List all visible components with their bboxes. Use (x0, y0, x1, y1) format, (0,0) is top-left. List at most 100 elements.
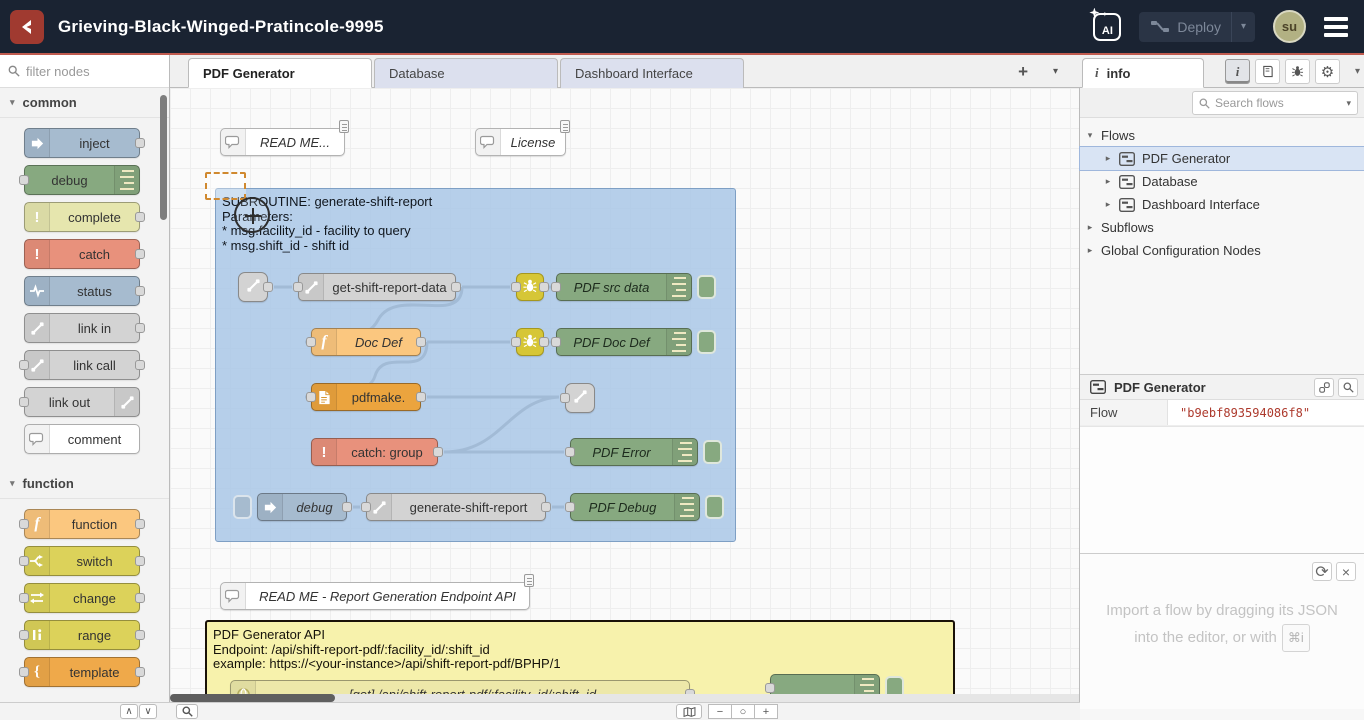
output-port[interactable] (135, 556, 145, 566)
zoom-out-button[interactable]: − (708, 704, 732, 719)
flow-canvas[interactable]: SUBROUTINE: generate-shift-report Parame… (170, 88, 1080, 702)
tree-item-flows[interactable]: ▾Flows (1080, 124, 1364, 147)
input-port[interactable] (511, 337, 521, 347)
navigator-button[interactable] (676, 704, 702, 719)
palette-node-inject[interactable]: inject (24, 128, 140, 158)
output-port[interactable] (135, 212, 145, 222)
input-port[interactable] (19, 630, 29, 640)
main-menu-button[interactable] (1324, 17, 1348, 37)
output-port[interactable] (539, 282, 549, 292)
palette-scroll-down-button[interactable]: ∨ (139, 704, 157, 719)
copy-link-button[interactable] (1314, 378, 1334, 397)
input-port[interactable] (560, 393, 570, 403)
zoom-reset-button[interactable]: ○ (731, 704, 755, 719)
doc-def-node[interactable]: fDoc Def (311, 328, 421, 356)
search-flows-box[interactable]: ▾ (1192, 91, 1358, 115)
input-port[interactable] (19, 175, 29, 185)
get-shift-report-data-node[interactable]: get-shift-report-data (298, 273, 456, 301)
palette-node-comment[interactable]: comment (24, 424, 140, 454)
sidebar-help-button[interactable] (1255, 59, 1280, 84)
output-port[interactable] (342, 502, 352, 512)
palette-node-change[interactable]: change (24, 583, 140, 613)
palette-node-switch[interactable]: switch (24, 546, 140, 576)
search-flows-input[interactable] (1215, 96, 1341, 110)
deploy-options-caret[interactable]: ▾ (1231, 12, 1255, 42)
palette-scrollbar[interactable] (160, 95, 167, 220)
palette-node-status[interactable]: status (24, 276, 140, 306)
comment-license[interactable]: License (475, 128, 566, 156)
tree-item-subflows[interactable]: ▸Subflows (1080, 216, 1364, 239)
debug-toggle-button[interactable] (697, 330, 716, 354)
tab-pdf-generator[interactable]: PDF Generator (188, 58, 372, 88)
output-port[interactable] (135, 360, 145, 370)
sidebar-info-button[interactable]: i (1225, 59, 1250, 84)
output-port[interactable] (416, 337, 426, 347)
chevron-right-icon[interactable]: ▸ (1104, 199, 1112, 210)
chevron-right-icon[interactable]: ▸ (1086, 245, 1094, 256)
junction-bug-1[interactable] (516, 273, 544, 301)
canvas-hscroll-track[interactable] (170, 694, 1079, 702)
pdf-error-node[interactable]: PDF Error (570, 438, 698, 466)
input-port[interactable] (19, 519, 29, 529)
comment-read-me[interactable]: READ ME... (220, 128, 345, 156)
debug-toggle-button[interactable] (705, 495, 724, 519)
chevron-down-icon[interactable]: ▾ (1086, 130, 1094, 141)
inject-debug-node[interactable]: debug (257, 493, 347, 521)
tree-item-dashboard-interface[interactable]: ▸Dashboard Interface (1080, 193, 1364, 216)
output-port[interactable] (539, 337, 549, 347)
add-flow-button[interactable]: + (1018, 62, 1028, 82)
tree-item-pdf-generator[interactable]: ▸PDF Generator (1080, 147, 1364, 170)
link-in-node[interactable] (238, 272, 268, 302)
link-out-node[interactable] (565, 383, 595, 413)
input-port[interactable] (19, 667, 29, 677)
output-port[interactable] (416, 392, 426, 402)
pdfmake-node[interactable]: pdfmake. (311, 383, 421, 411)
focus-search-button[interactable] (1338, 378, 1358, 397)
refresh-button[interactable]: ⟳ (1312, 562, 1332, 581)
output-port[interactable] (135, 667, 145, 677)
canvas-search-button[interactable] (176, 704, 198, 719)
chevron-right-icon[interactable]: ▸ (1104, 153, 1112, 164)
palette-scroll-up-button[interactable]: ∧ (120, 704, 138, 719)
search-options-caret[interactable]: ▾ (1346, 98, 1351, 109)
output-port[interactable] (135, 323, 145, 333)
palette-section-function[interactable]: ▾function (0, 469, 169, 499)
pdf-debug-node[interactable]: PDF Debug (570, 493, 700, 521)
palette-filter[interactable] (0, 55, 169, 88)
debug-toggle-button[interactable] (697, 275, 716, 299)
pdf-doc-def-node[interactable]: PDF Doc Def (556, 328, 692, 356)
tab-dashboard-interface[interactable]: Dashboard Interface (560, 58, 744, 88)
comment-endpoint-api[interactable]: READ ME - Report Generation Endpoint API (220, 582, 530, 610)
output-port[interactable] (541, 502, 551, 512)
sidebar-tab-info[interactable]: i info (1082, 58, 1204, 88)
junction-bug-2[interactable] (516, 328, 544, 356)
chevron-right-icon[interactable]: ▸ (1086, 222, 1094, 233)
output-port[interactable] (135, 630, 145, 640)
input-port[interactable] (551, 282, 561, 292)
input-port[interactable] (551, 337, 561, 347)
input-port[interactable] (306, 392, 316, 402)
sidebar-debug-button[interactable] (1285, 59, 1310, 84)
output-port[interactable] (135, 593, 145, 603)
palette-filter-input[interactable] (26, 64, 146, 79)
palette-node-complete[interactable]: !complete (24, 202, 140, 232)
pdf-src-data-node[interactable]: PDF src data (556, 273, 692, 301)
tree-item-global-configuration-nodes[interactable]: ▸Global Configuration Nodes (1080, 239, 1364, 262)
debug-toggle-button[interactable] (703, 440, 722, 464)
deploy-button[interactable]: Deploy ▾ (1139, 12, 1255, 42)
input-port[interactable] (306, 337, 316, 347)
chevron-right-icon[interactable]: ▸ (1104, 176, 1112, 187)
input-port[interactable] (19, 397, 29, 407)
palette-node-link-out[interactable]: link out (24, 387, 140, 417)
tree-item-database[interactable]: ▸Database (1080, 170, 1364, 193)
input-port[interactable] (19, 556, 29, 566)
input-port[interactable] (511, 282, 521, 292)
inject-button[interactable] (233, 495, 252, 519)
app-logo-icon[interactable] (10, 10, 44, 44)
canvas-hscroll-thumb[interactable] (170, 694, 335, 702)
close-panel-button[interactable]: × (1336, 562, 1356, 581)
subroutine-group[interactable]: SUBROUTINE: generate-shift-report Parame… (215, 188, 736, 542)
ai-assistant-button[interactable]: AI (1093, 13, 1121, 41)
palette-node-link-call[interactable]: link call (24, 350, 140, 380)
palette-node-function[interactable]: ffunction (24, 509, 140, 539)
